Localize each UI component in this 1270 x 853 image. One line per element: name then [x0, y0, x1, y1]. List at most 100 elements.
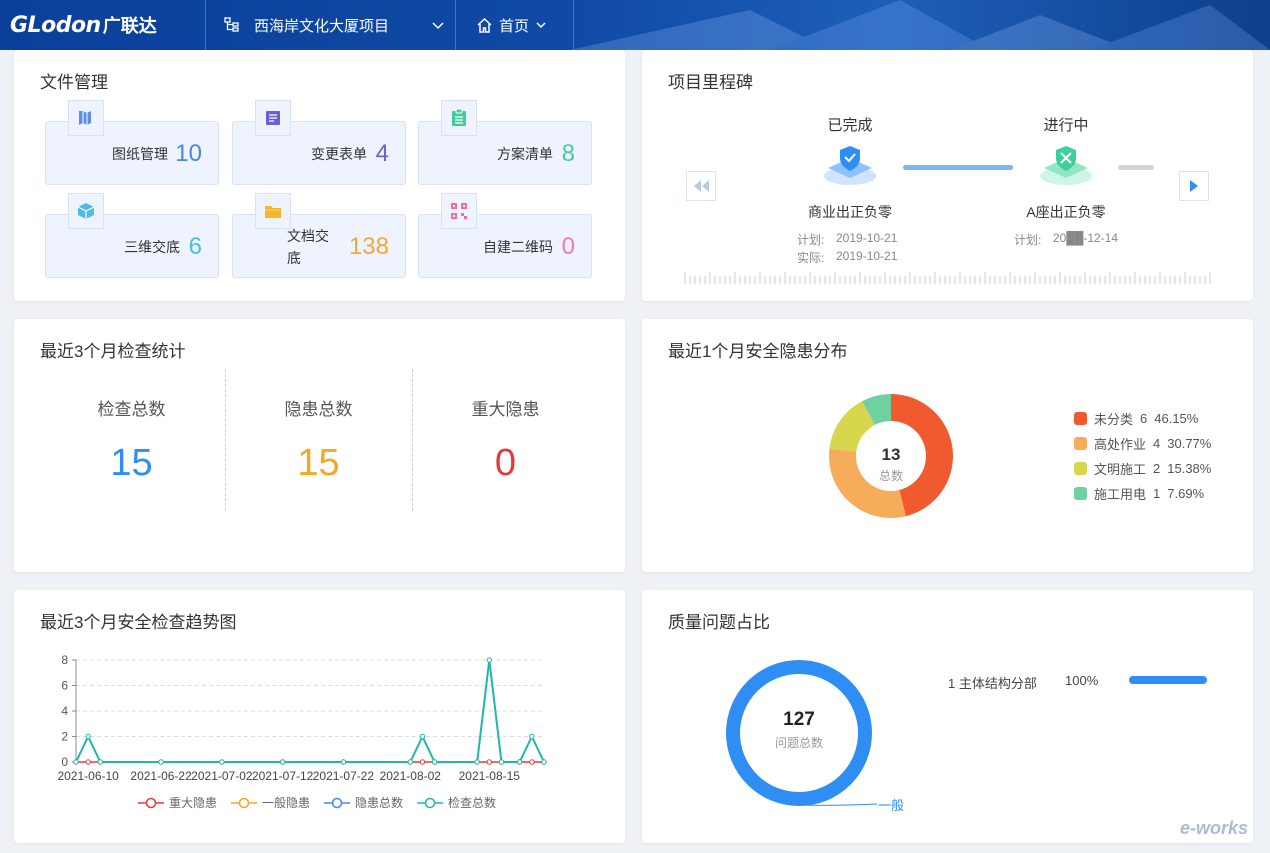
stat-label: 检查总数 — [97, 400, 166, 419]
milestone-completed-icon — [824, 146, 876, 185]
tile-label: 文档交底 — [287, 228, 329, 266]
milestone-name: A座出正负零 — [1026, 204, 1106, 220]
milestone-plan-label: 计划: — [1014, 233, 1042, 247]
series-point — [340, 759, 347, 765]
hazard-distribution-card: 最近1个月安全隐患分布 13 总数 未分类 6 46.15% 高处作业 4 30… — [642, 319, 1253, 572]
trend-legend-item[interactable]: 检查总数 — [417, 794, 496, 811]
home-label: 首页 — [499, 17, 530, 35]
legend-name: 未分类 — [1094, 412, 1134, 427]
tile-count: 138 — [348, 233, 389, 260]
legend-item[interactable]: 未分类 6 46.15% — [1074, 409, 1198, 428]
legend-item[interactable]: 施工用电 1 7.69% — [1074, 484, 1204, 503]
legend-marker-icon — [324, 797, 351, 808]
home-menu[interactable]: 首页 — [456, 0, 574, 50]
quality-row-name: 1 主体结构分部 — [948, 676, 1037, 691]
milestone-status: 进行中 — [1043, 117, 1089, 134]
milestone-status: 已完成 — [827, 117, 873, 134]
series-point — [498, 759, 505, 765]
legend-percent: 15.38% — [1167, 461, 1212, 476]
trend-chart-legend: 重大隐患 一般隐患 隐患总数 检查总数 — [138, 794, 510, 811]
series-point — [486, 657, 492, 663]
project-selector[interactable]: 西海岸文化大厦项目 — [206, 0, 456, 50]
donut-total: 13 — [881, 445, 901, 464]
legend-name: 高处作业 — [1094, 437, 1147, 452]
legend-label: 一般隐患 — [262, 796, 311, 810]
x-tick-label: 2021-08-15 — [459, 769, 521, 783]
trend-legend-item[interactable]: 重大隐患 — [138, 794, 217, 811]
org-tree-icon — [224, 17, 239, 32]
logo-chinese: 广联达 — [102, 16, 157, 36]
y-tick-label: 0 — [61, 755, 68, 769]
legend-item[interactable]: 高处作业 4 30.77% — [1074, 434, 1211, 453]
legend-percent: 7.69% — [1167, 486, 1205, 501]
legend-label: 重大隐患 — [169, 796, 218, 810]
stat-inspection-total[interactable]: 检查总数 15 — [38, 369, 225, 509]
stat-major-hazard[interactable]: 重大隐患 0 — [412, 369, 599, 509]
trend-chart-card: 最近3个月安全检查趋势图 0 2 4 6 8 2021-06-10 2021-06-22 20… — [14, 590, 625, 843]
legend-label: 检查总数 — [448, 796, 497, 810]
y-tick-label: 8 — [61, 653, 68, 667]
milestone-prev-button[interactable] — [686, 171, 716, 201]
x-tick-label: 2021-06-10 — [57, 769, 119, 783]
series-point — [529, 733, 535, 740]
folder-icon — [255, 193, 291, 229]
legend-name: 施工用电 — [1094, 487, 1147, 502]
card-title: 项目里程碑 — [668, 73, 753, 92]
e-works-watermark: e-works — [1180, 818, 1249, 838]
trend-legend-item[interactable]: 一般隐患 — [231, 794, 310, 811]
qrcode-icon — [441, 193, 477, 229]
legend-marker-icon — [231, 797, 258, 808]
ring-label-leader — [796, 803, 878, 806]
tile-label: 自建二维码 — [483, 239, 553, 255]
x-tick-label: 2021-07-02 — [191, 769, 253, 783]
home-icon — [477, 17, 492, 33]
legend-count: 4 — [1153, 436, 1161, 451]
series-point — [73, 759, 79, 765]
project-name: 西海岸文化大厦项目 — [254, 17, 390, 35]
tile-label: 变更表单 — [311, 146, 367, 162]
quality-total: 127 — [783, 709, 815, 730]
legend-count: 1 — [1153, 486, 1161, 501]
brand-logo[interactable]: GLodon 广联达 — [0, 0, 206, 50]
donut-total-label: 总数 — [878, 469, 903, 483]
x-tick-label: 2021-08-02 — [380, 769, 442, 783]
series-point — [419, 733, 426, 740]
x-tick-label: 2021-07-12 — [252, 769, 314, 783]
legend-percent: 46.15% — [1154, 411, 1199, 426]
file-tile-0[interactable]: 图纸管理 10 — [45, 100, 219, 185]
milestone-plan-date: 20██-12-14 — [1053, 231, 1119, 245]
quality-row-percent: 100% — [1065, 673, 1099, 688]
file-tile-1[interactable]: 变更表单 4 — [232, 100, 406, 185]
stat-value: 15 — [110, 442, 153, 484]
quality-ring-chart[interactable] — [724, 658, 874, 808]
milestone-actual-label: 实际: — [797, 251, 825, 265]
milestone-next-button[interactable] — [1179, 171, 1209, 201]
file-tile-2[interactable]: 方案清单 8 — [418, 100, 592, 185]
trend-legend-item[interactable]: 隐患总数 — [324, 794, 403, 811]
file-tile-4[interactable]: 文档交底 138 — [232, 193, 406, 278]
legend-swatch — [1074, 412, 1087, 425]
legend-swatch — [1074, 487, 1087, 500]
series-point — [529, 759, 535, 765]
legend-percent: 30.77% — [1167, 436, 1212, 451]
stat-hazard-total[interactable]: 隐患总数 15 — [225, 369, 412, 509]
series-point — [474, 759, 480, 765]
legend-item[interactable]: 文明施工 2 15.38% — [1074, 459, 1211, 478]
legend-label: 隐患总数 — [355, 796, 404, 810]
trend-line-chart[interactable]: 024682021-06-10 2021-06-22 2021-07-02 2021-… — [14, 650, 625, 790]
milestone-in-progress-icon — [1040, 146, 1092, 185]
series-point — [541, 759, 547, 765]
cube-icon — [68, 193, 104, 229]
blueprint-icon — [68, 100, 104, 136]
x-tick-label: 2021-07-22 — [313, 769, 375, 783]
file-tile-3[interactable]: 三维交底 6 — [45, 193, 219, 278]
series-point — [431, 759, 438, 765]
y-tick-label: 6 — [61, 679, 68, 693]
inspection-stats-card: 最近3个月检查统计 检查总数 15 隐患总数 15 重大隐患 0 — [14, 319, 625, 572]
file-tile-5[interactable]: 自建二维码 0 — [418, 193, 592, 278]
series-point — [158, 759, 164, 765]
stat-label: 重大隐患 — [471, 400, 540, 419]
y-tick-label: 2 — [61, 730, 68, 744]
series-point — [516, 759, 523, 765]
double-chevron-left-icon — [694, 180, 709, 192]
